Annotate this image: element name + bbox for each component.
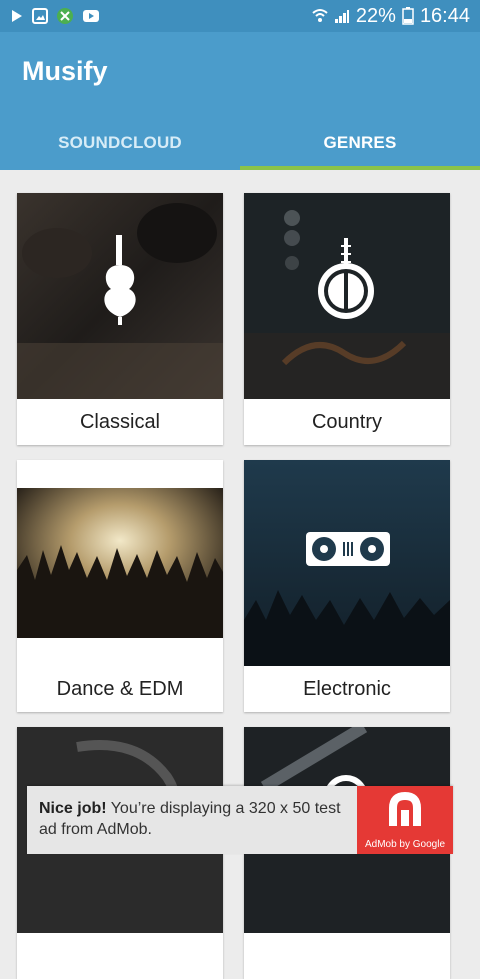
app-bar: Musify SOUNDCLOUD GENRES: [0, 32, 480, 170]
genre-label: Country: [311, 410, 383, 433]
tab-bar: SOUNDCLOUD GENRES: [0, 116, 480, 170]
genre-label: Electronic: [303, 677, 391, 700]
genre-card-dance-edm[interactable]: Dance & EDM: [17, 460, 223, 712]
genre-card-electronic[interactable]: Electronic: [244, 460, 450, 712]
genre-label: Classical: [79, 410, 161, 433]
youtube-notification-icon: [83, 10, 99, 22]
genre-label: [17, 933, 223, 979]
admob-logo[interactable]: AdMob by Google: [357, 786, 453, 854]
wifi-icon: [312, 9, 328, 22]
play-notification-icon: [12, 10, 22, 22]
admob-banner[interactable]: Nice job! You’re displaying a 320 x 50 t…: [27, 786, 453, 854]
electronic-image: [244, 460, 450, 666]
country-image: [244, 193, 450, 399]
ad-text: Nice job! You’re displaying a 320 x 50 t…: [39, 798, 349, 840]
genre-card-country[interactable]: Country: [244, 193, 450, 445]
dance-edm-image: [17, 460, 223, 666]
battery-percent: 22%: [355, 4, 396, 27]
battery-icon: [402, 7, 414, 25]
classical-image: [17, 193, 223, 399]
genre-label: [244, 933, 450, 979]
admob-icon: [389, 791, 421, 826]
xbox-notification-icon: [57, 8, 73, 24]
app-title: Musify: [22, 56, 108, 86]
ad-headline: Nice job!: [39, 800, 107, 817]
genre-label: Dance & EDM: [56, 677, 184, 700]
status-bar: 22% 16:44: [0, 0, 480, 32]
genre-card-classical[interactable]: Classical: [17, 193, 223, 445]
signal-icon: [334, 10, 349, 23]
clock: 16:44: [419, 4, 470, 27]
ad-brand: AdMob by Google: [364, 839, 446, 850]
tab-genres[interactable]: GENRES: [240, 116, 480, 170]
tab-soundcloud[interactable]: SOUNDCLOUD: [0, 116, 240, 170]
turntable-icon: [306, 532, 390, 566]
gallery-notification-icon: [32, 8, 48, 24]
